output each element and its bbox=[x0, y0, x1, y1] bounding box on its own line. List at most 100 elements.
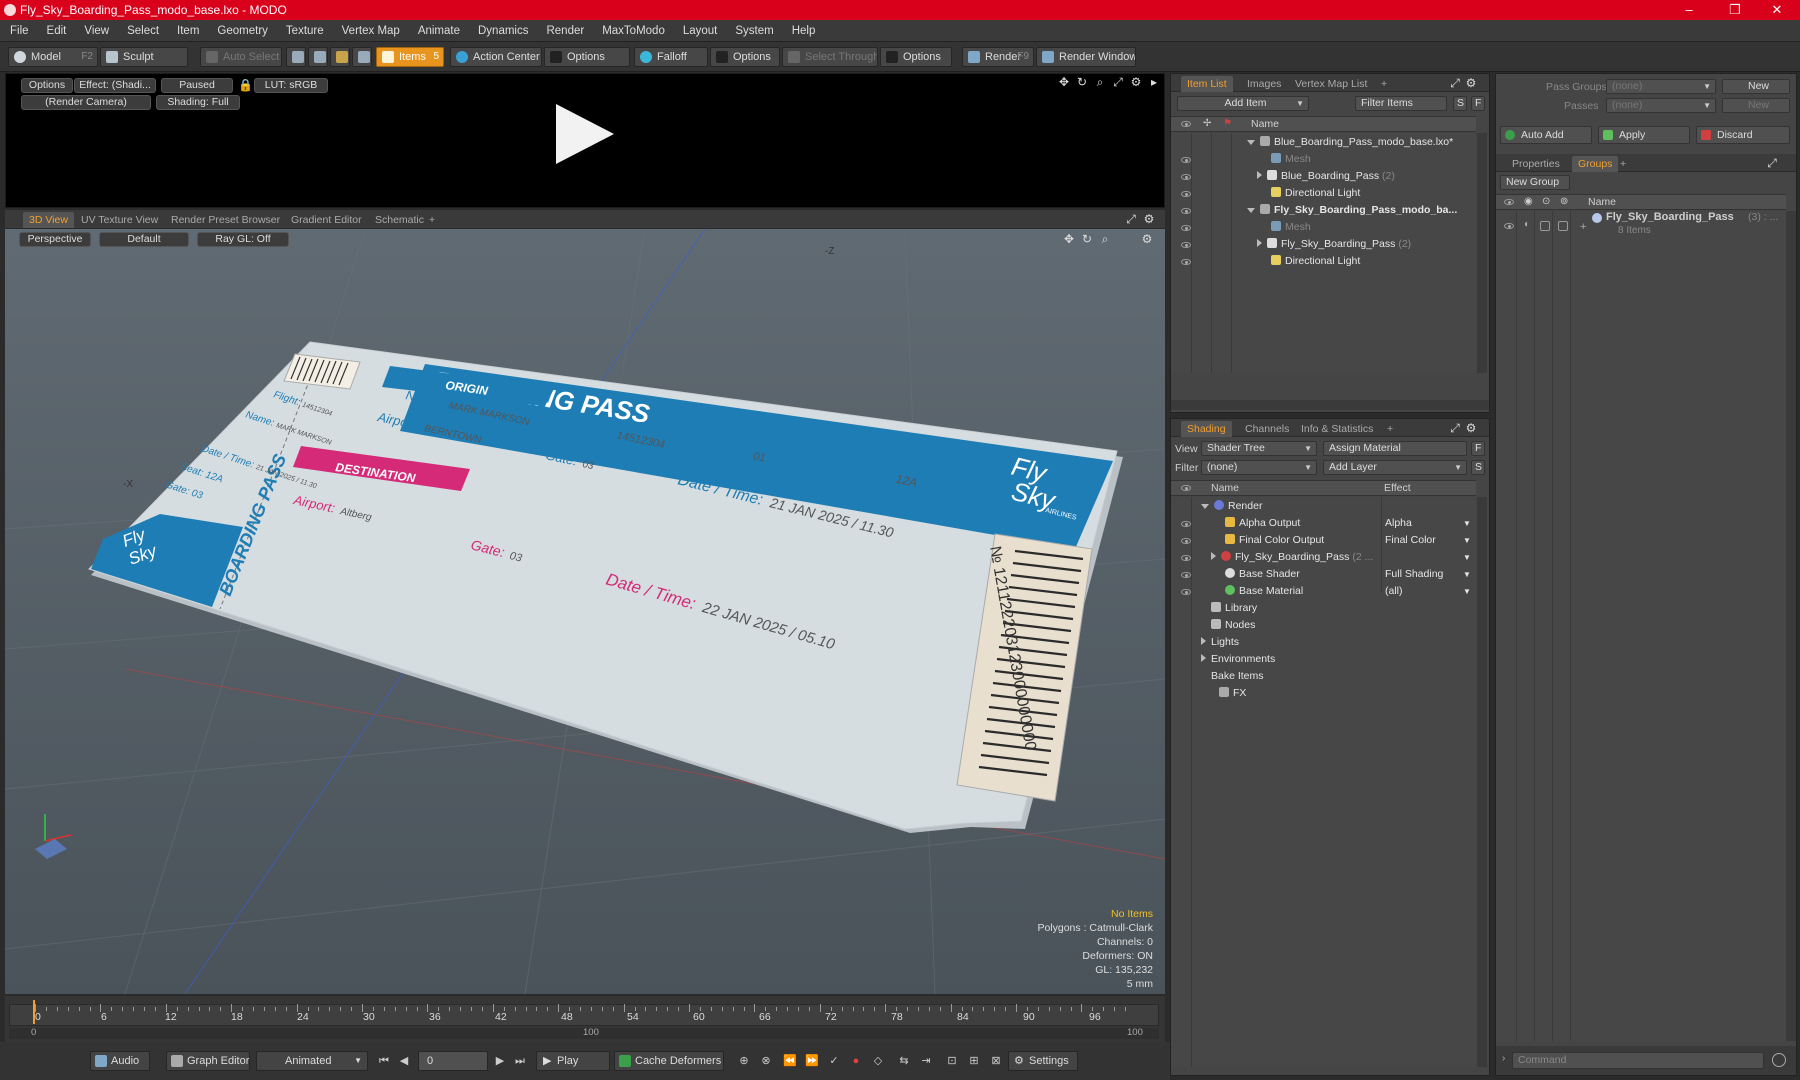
command-input[interactable]: Command bbox=[1512, 1052, 1764, 1069]
shader-row-nodes[interactable]: Nodes bbox=[1171, 617, 1476, 634]
expand-icon[interactable]: + bbox=[1580, 221, 1586, 233]
tab-images[interactable]: Images bbox=[1241, 76, 1287, 92]
eye-icon[interactable] bbox=[1181, 589, 1191, 595]
preview-effect-dropdown[interactable]: Effect: (Shadi... bbox=[74, 78, 156, 93]
shader-tree-scrollbar[interactable] bbox=[1477, 497, 1487, 1067]
action-center-options-button[interactable]: Options bbox=[544, 47, 630, 67]
chevron-right-icon[interactable]: ▸ bbox=[1148, 76, 1160, 88]
chevron-down-icon[interactable]: ▼ bbox=[1463, 532, 1471, 549]
vertex-select-button[interactable] bbox=[286, 47, 306, 67]
eye-icon[interactable] bbox=[1181, 572, 1191, 578]
range-bar[interactable]: 0 100 100 bbox=[9, 1027, 1159, 1039]
prev-frame-icon[interactable]: ◀ bbox=[396, 1053, 412, 1069]
eye-icon[interactable] bbox=[1181, 259, 1191, 265]
maximize-view-icon[interactable]: ⤢ bbox=[1766, 157, 1778, 169]
chevron-down-icon[interactable]: ▼ bbox=[1463, 583, 1471, 600]
select-checkbox[interactable] bbox=[1558, 221, 1568, 231]
tab-properties[interactable]: Properties bbox=[1506, 156, 1566, 172]
shader-row-fx[interactable]: FX bbox=[1171, 685, 1476, 702]
maximize-button[interactable]: ❐ bbox=[1712, 0, 1758, 20]
eye-icon[interactable] bbox=[1181, 157, 1191, 163]
eye-icon[interactable] bbox=[1181, 555, 1191, 561]
add-item-dropdown[interactable]: Add Item ▼ bbox=[1177, 96, 1309, 111]
menu-dynamics[interactable]: Dynamics bbox=[469, 20, 537, 42]
shader-row-library[interactable]: Library bbox=[1171, 600, 1476, 617]
shader-row-base-shader[interactable]: Base Shader Full Shading ▼ bbox=[1171, 566, 1476, 583]
chevron-down-icon[interactable]: ▼ bbox=[1463, 549, 1471, 566]
apply-button[interactable]: Apply bbox=[1598, 126, 1690, 144]
maximize-view-icon[interactable]: ⤢ bbox=[1112, 76, 1124, 88]
auto-add-button[interactable]: Auto Add bbox=[1500, 126, 1592, 144]
menu-help[interactable]: Help bbox=[783, 20, 825, 42]
shading-s-button[interactable]: S bbox=[1471, 460, 1485, 475]
tab-channels[interactable]: Channels bbox=[1239, 421, 1295, 437]
assign-material-button[interactable]: Assign Material bbox=[1323, 441, 1467, 456]
viewport-style-dropdown[interactable]: Default bbox=[99, 232, 189, 247]
menu-texture[interactable]: Texture bbox=[277, 20, 333, 42]
menu-system[interactable]: System bbox=[726, 20, 782, 42]
timeline[interactable]: 0 6 12 18 24 30 36 42 48 54 60 66 72 78 … bbox=[5, 996, 1165, 1042]
graph-editor-button[interactable]: Graph Editor bbox=[166, 1051, 250, 1071]
eye-icon[interactable] bbox=[1181, 174, 1191, 180]
new-pass-group-button[interactable]: New bbox=[1722, 79, 1790, 94]
shader-row-render[interactable]: Render bbox=[1171, 498, 1476, 515]
auto-key-icon[interactable]: ✓ bbox=[826, 1053, 842, 1069]
shader-row-final-color-output[interactable]: Final Color Output Final Color ▼ bbox=[1171, 532, 1476, 549]
channel-icon[interactable]: ⊡ bbox=[944, 1053, 960, 1069]
item-row-scene[interactable]: Blue_Boarding_Pass_modo_base.lxo* bbox=[1171, 134, 1476, 151]
animated-dropdown[interactable]: Animated ▼ bbox=[256, 1051, 368, 1071]
group-row[interactable]: ◐ + Fly_Sky_Boarding_Pass (3) : ... 8 It… bbox=[1496, 211, 1786, 243]
add-layer-dropdown[interactable]: Add Layer ▼ bbox=[1323, 460, 1467, 475]
minimize-button[interactable]: – bbox=[1666, 0, 1712, 20]
close-button[interactable]: ✕ bbox=[1754, 0, 1800, 20]
render-window-button[interactable]: Render Window bbox=[1036, 47, 1136, 67]
item-row-group[interactable]: Fly_Sky_Boarding_Pass (2) bbox=[1171, 236, 1476, 253]
menu-select[interactable]: Select bbox=[118, 20, 168, 42]
add-tab-button[interactable]: + bbox=[423, 212, 441, 228]
model-mode-button[interactable]: Model F2 bbox=[8, 47, 98, 67]
eye-icon[interactable] bbox=[1181, 521, 1191, 527]
sculpt-mode-button[interactable]: Sculpt bbox=[100, 47, 188, 67]
tab-shading[interactable]: Shading bbox=[1181, 421, 1232, 437]
audio-button[interactable]: Audio bbox=[90, 1051, 150, 1071]
filter-items-input[interactable]: Filter Items bbox=[1355, 96, 1447, 111]
tab-render-preset-browser[interactable]: Render Preset Browser bbox=[165, 212, 286, 228]
range-icon[interactable]: ⇥ bbox=[918, 1053, 934, 1069]
menu-render[interactable]: Render bbox=[537, 20, 593, 42]
loop-icon[interactable]: ⇆ bbox=[896, 1053, 912, 1069]
gear-icon[interactable]: ⚙ bbox=[1130, 76, 1142, 88]
keyframe-icon[interactable]: ◇ bbox=[870, 1053, 886, 1069]
tab-3d-view[interactable]: 3D View bbox=[23, 212, 74, 228]
passes-dropdown[interactable]: (none) ▼ bbox=[1606, 98, 1716, 113]
move-view-icon[interactable]: ✥ bbox=[1058, 76, 1070, 88]
menu-animate[interactable]: Animate bbox=[409, 20, 469, 42]
item-row-light[interactable]: Directional Light bbox=[1171, 253, 1476, 270]
filter-f-button[interactable]: F bbox=[1471, 96, 1485, 111]
render-button[interactable]: Render F9 bbox=[962, 47, 1034, 67]
tab-vertex-map-list[interactable]: Vertex Map List bbox=[1289, 76, 1373, 92]
key-icon[interactable]: ⊕ bbox=[736, 1053, 752, 1069]
menu-maxtomodo[interactable]: MaxToModo bbox=[593, 20, 674, 42]
menu-layout[interactable]: Layout bbox=[674, 20, 727, 42]
tab-groups[interactable]: Groups bbox=[1572, 156, 1619, 172]
render-preview-viewport[interactable]: Options Effect: (Shadi... Paused 🔒 LUT: … bbox=[5, 73, 1165, 208]
lock-icon[interactable]: 🔒 bbox=[238, 79, 253, 91]
eye-icon[interactable] bbox=[1181, 208, 1191, 214]
3d-viewport[interactable]: -Z -X № 121122203123000000000 PASS Fly S… bbox=[5, 229, 1165, 994]
chevron-down-icon[interactable]: ▼ bbox=[1463, 515, 1471, 532]
item-row-scene[interactable]: Fly_Sky_Boarding_Pass_modo_ba... bbox=[1171, 202, 1476, 219]
play-preview-icon[interactable] bbox=[556, 104, 614, 164]
zoom-view-icon[interactable]: ⌕ bbox=[1094, 76, 1106, 88]
item-row-mesh[interactable]: Mesh bbox=[1171, 151, 1476, 168]
auto-select-button[interactable]: Auto Select bbox=[200, 47, 282, 67]
item-row-group[interactable]: Blue_Boarding_Pass (2) bbox=[1171, 168, 1476, 185]
tab-schematic[interactable]: Schematic bbox=[369, 212, 430, 228]
shader-row-base-material[interactable]: Base Material (all) ▼ bbox=[1171, 583, 1476, 600]
menu-view[interactable]: View bbox=[75, 20, 118, 42]
add-tab-button[interactable]: + bbox=[1614, 156, 1632, 172]
play-button[interactable]: ▶ Play bbox=[536, 1051, 610, 1071]
settings-button[interactable]: ⚙ Settings bbox=[1008, 1051, 1078, 1071]
preview-options-button[interactable]: Options bbox=[21, 78, 73, 93]
next-frame-icon[interactable]: ▶ bbox=[492, 1053, 508, 1069]
maximize-view-icon[interactable]: ⤢ bbox=[1449, 77, 1461, 89]
